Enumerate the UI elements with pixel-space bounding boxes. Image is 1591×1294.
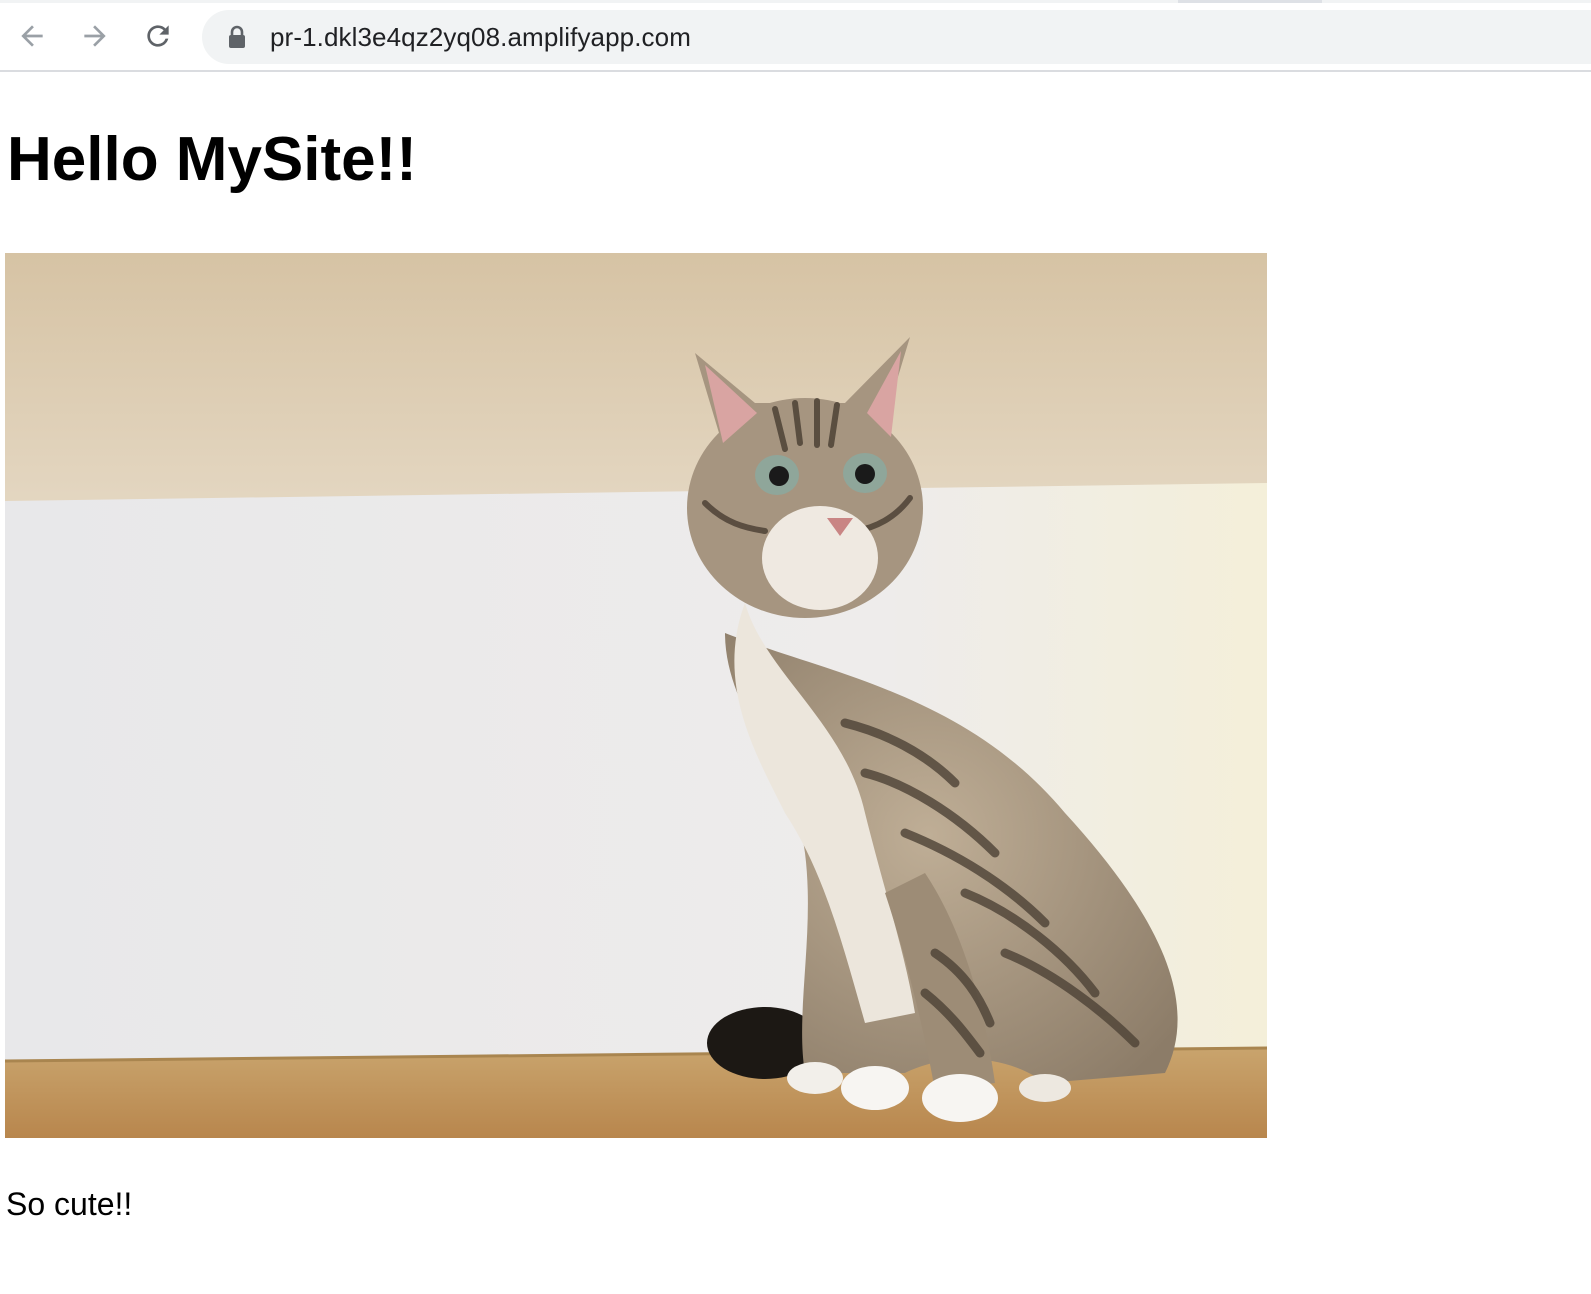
url-text[interactable]: pr-1.dkl3e4qz2yq08.amplifyapp.com xyxy=(270,10,691,64)
reload-icon xyxy=(142,20,174,52)
browser-toolbar: pr-1.dkl3e4qz2yq08.amplifyapp.com xyxy=(0,0,1591,72)
back-arrow-icon xyxy=(16,20,48,52)
forward-button[interactable] xyxy=(73,14,117,58)
reload-button[interactable] xyxy=(136,14,180,58)
lock-icon[interactable] xyxy=(226,25,248,49)
back-button[interactable] xyxy=(10,14,54,58)
caption-text: So cute!! xyxy=(6,1186,133,1222)
cat-photo xyxy=(5,253,1267,1138)
address-bar[interactable]: pr-1.dkl3e4qz2yq08.amplifyapp.com xyxy=(202,10,1591,64)
page-heading: Hello MySite!! xyxy=(7,125,417,194)
forward-arrow-icon xyxy=(79,20,111,52)
tab-strip-edge xyxy=(0,0,1591,3)
page-content: Hello MySite!! So cute!! xyxy=(0,72,1591,1294)
